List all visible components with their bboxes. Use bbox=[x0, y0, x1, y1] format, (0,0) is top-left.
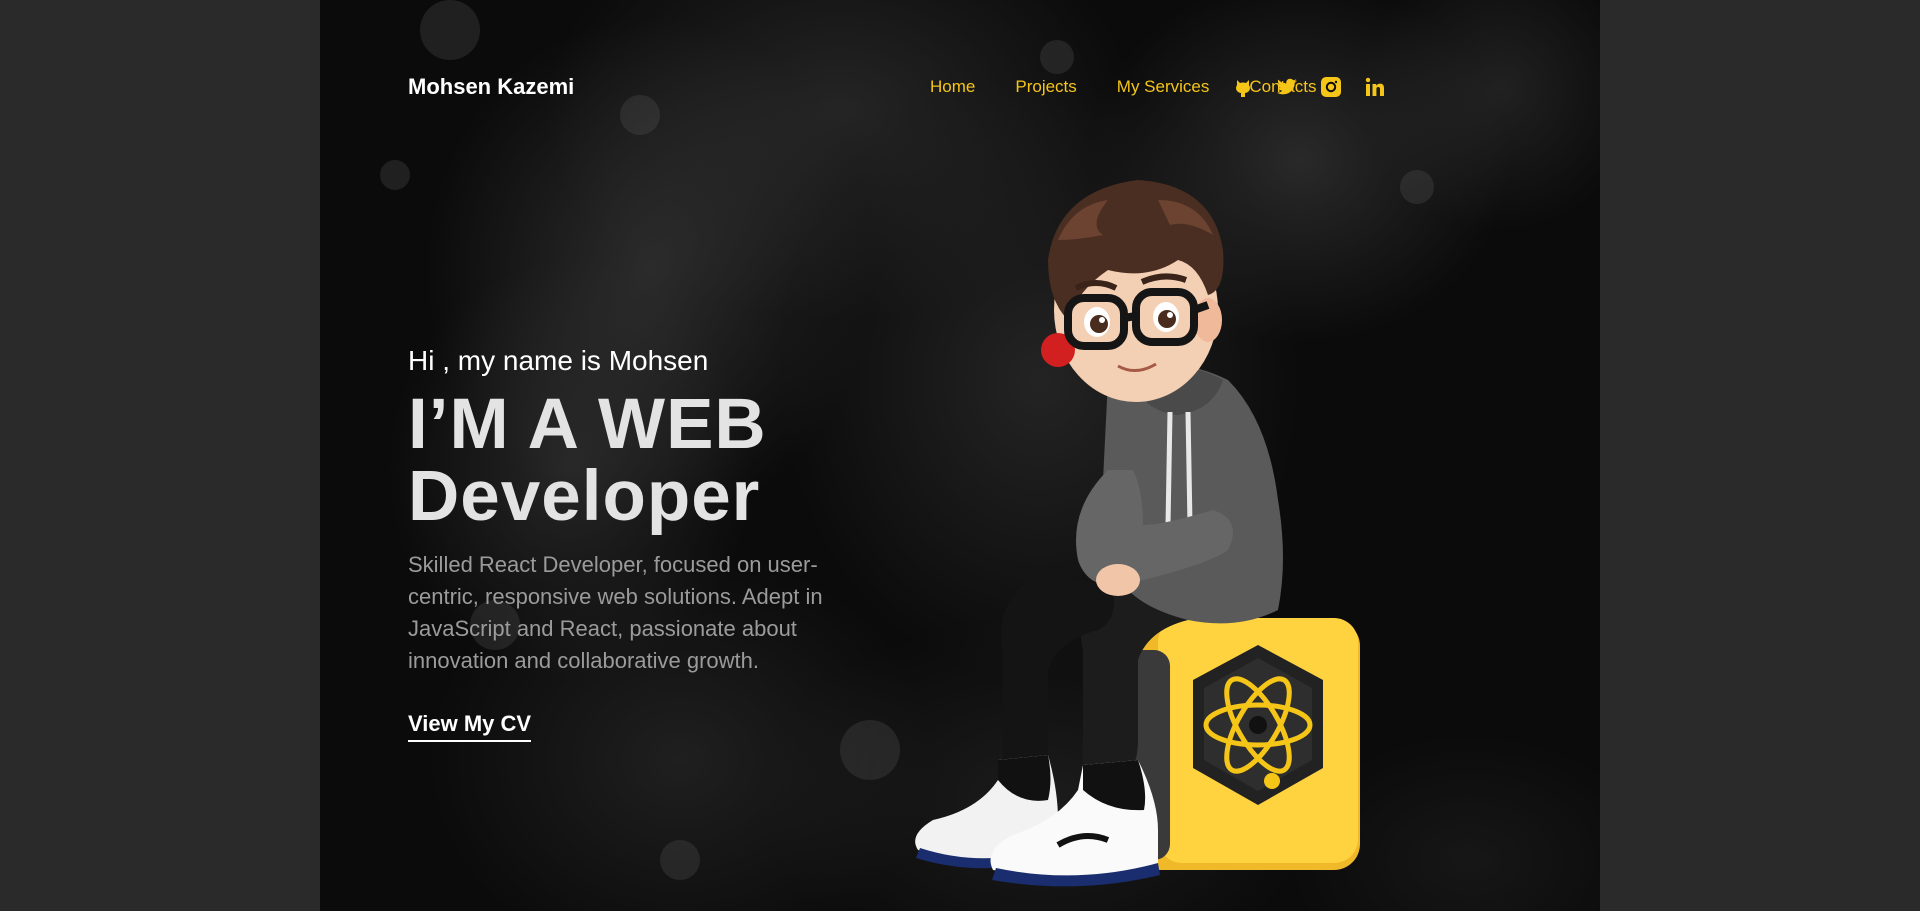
navbar: Mohsen Kazemi Home Projects My Services … bbox=[408, 72, 1512, 102]
character-hoodie bbox=[1076, 365, 1283, 624]
social-links bbox=[1231, 75, 1407, 99]
linkedin-icon[interactable] bbox=[1363, 75, 1387, 99]
github-icon[interactable] bbox=[1231, 75, 1255, 99]
nav-projects[interactable]: Projects bbox=[1015, 77, 1076, 97]
developer-avatar-illustration bbox=[915, 180, 1360, 887]
view-cv-link[interactable]: View My CV bbox=[408, 711, 532, 742]
hero-headline: I’M A WEB Developer bbox=[408, 389, 928, 533]
nav-home[interactable]: Home bbox=[930, 77, 975, 97]
nav-my-services[interactable]: My Services bbox=[1117, 77, 1210, 97]
instagram-icon[interactable] bbox=[1319, 75, 1343, 99]
site-logo[interactable]: Mohsen Kazemi bbox=[408, 74, 574, 100]
headline-line-2: Developer bbox=[408, 457, 761, 536]
hero-section: Mohsen Kazemi Home Projects My Services … bbox=[320, 0, 1600, 911]
hero-description: Skilled React Developer, focused on user… bbox=[408, 552, 823, 673]
greeting-text: Hi , my name is Mohsen bbox=[408, 345, 709, 376]
twitter-icon[interactable] bbox=[1275, 75, 1299, 99]
headline-line-1: I’M A WEB bbox=[408, 385, 767, 464]
character-head bbox=[1041, 180, 1224, 402]
hero-content: Hi , my name is Mohsen I’M A WEB Develop… bbox=[408, 345, 928, 742]
character-sneakers bbox=[915, 755, 1160, 887]
